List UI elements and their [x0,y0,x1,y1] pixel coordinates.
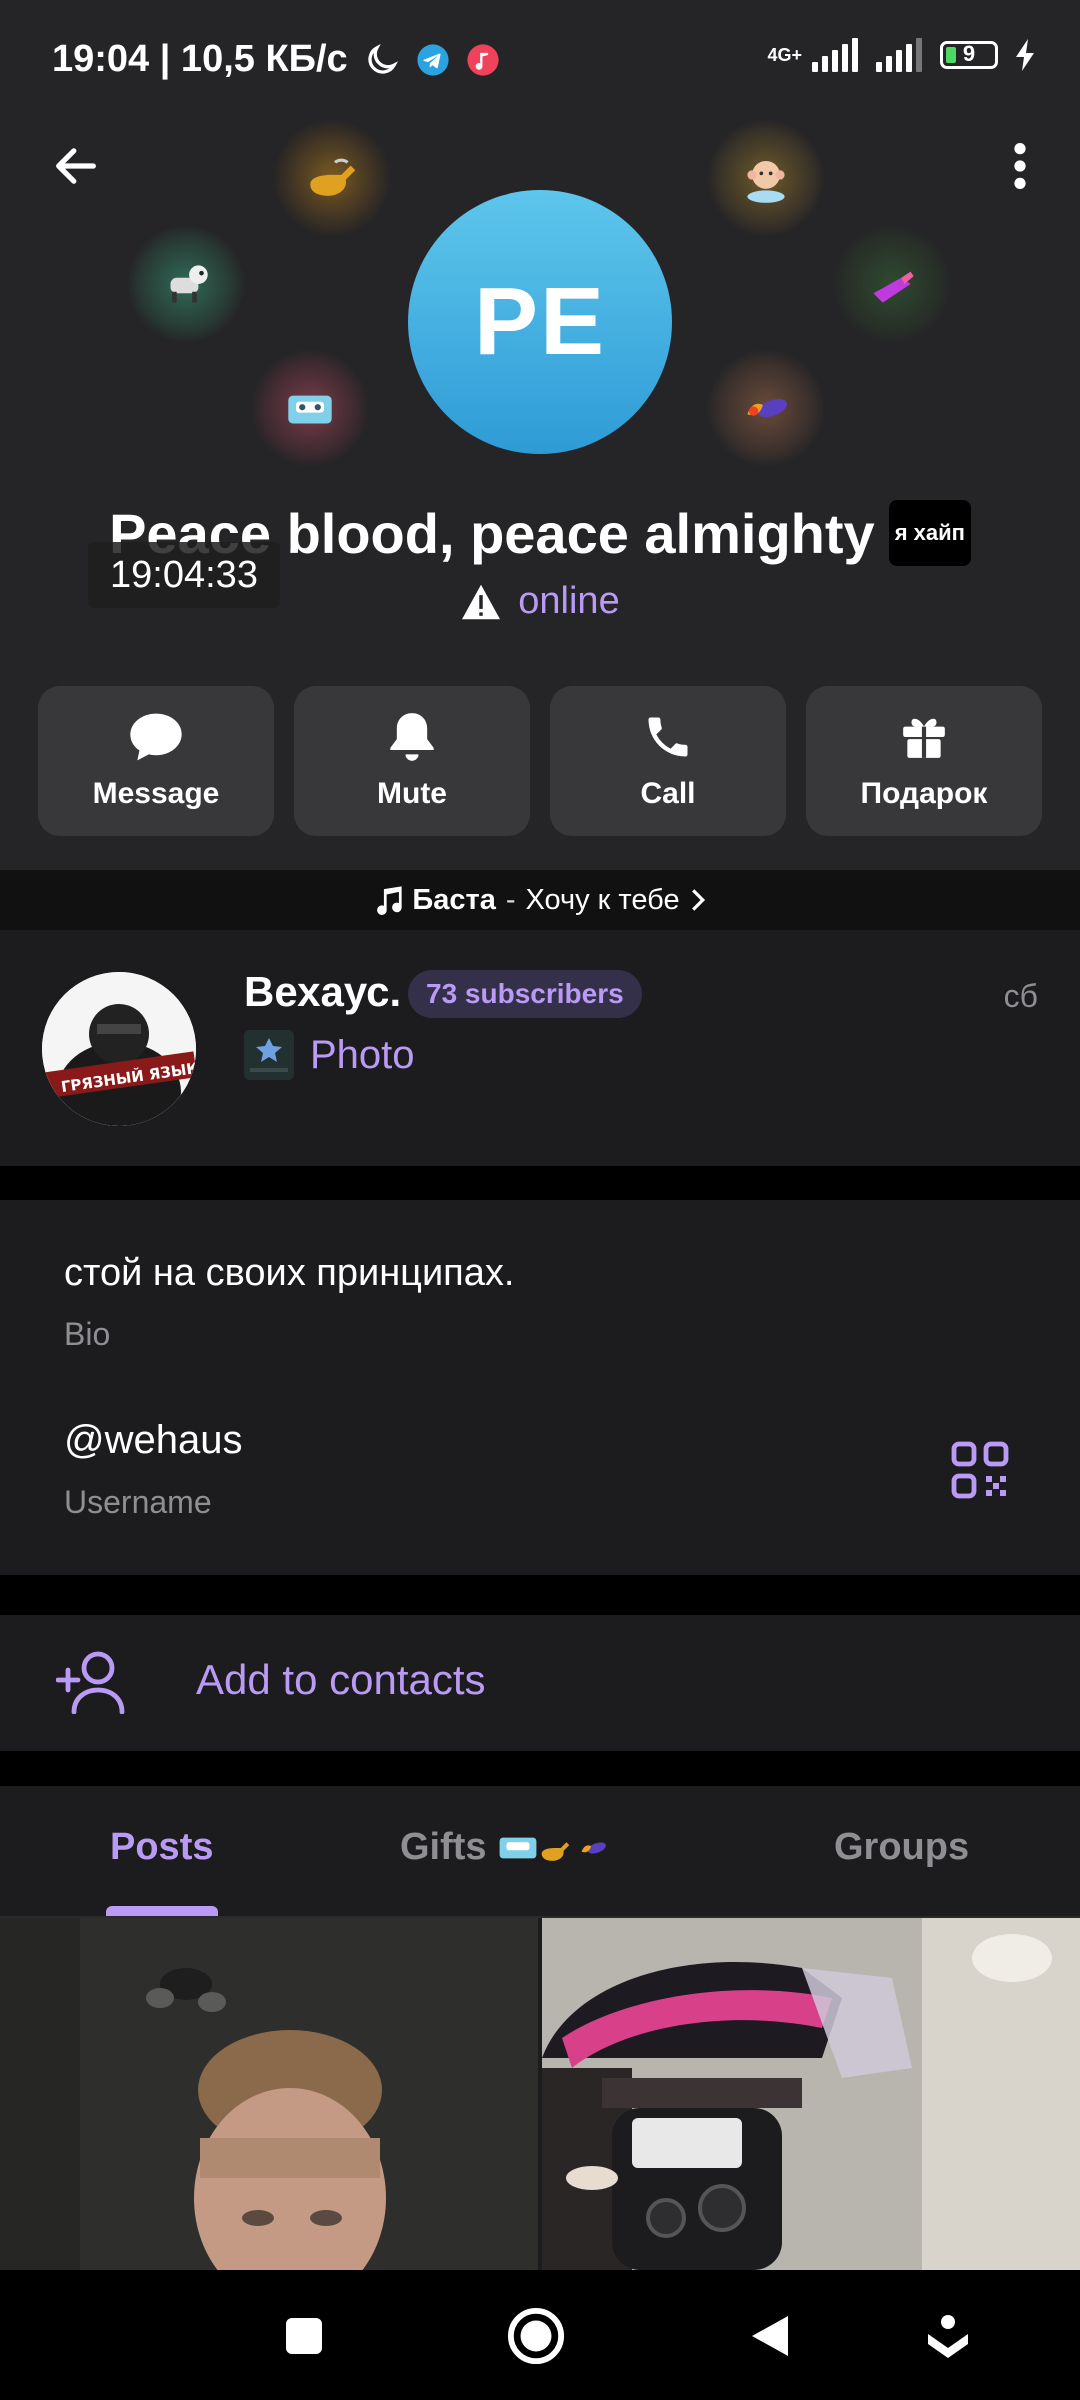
channel-last-post: Photo [244,1030,415,1080]
mute-button[interactable]: Mute [294,686,530,836]
username-label: Username [64,1484,212,1520]
back-button[interactable] [40,130,112,202]
music-app-icon [467,43,499,76]
channel-date: сб [1003,978,1038,1014]
telegram-icon [417,43,449,76]
qr-code-icon [951,1441,1009,1499]
section-divider [0,1751,1080,1786]
signal-icon [812,38,858,72]
status-bar: 19:04 | 10,5 КБ/с 4G+ 9 [0,0,1080,120]
monkey-gift-icon[interactable] [708,120,824,236]
emoji-status-badge[interactable]: я хайп [888,500,971,566]
home-circle-icon [507,2307,565,2365]
add-to-contacts-label[interactable]: Add to contacts [196,1656,486,1704]
profile-avatar[interactable]: PE [408,190,672,454]
post-thumbnail-2[interactable] [542,1918,1080,2270]
add-user-icon [56,1651,125,1714]
add-to-contacts-row[interactable] [0,1615,1080,1751]
tab-posts[interactable]: Posts [110,1826,213,1869]
pipe-gift-icon [541,1841,569,1861]
battery-icon: 9 [940,41,998,69]
network-type: 4G+ [767,45,802,65]
moon-icon [368,43,398,74]
status-bar-left: 19:04 | 10,5 КБ/с [52,38,500,81]
tab-groups[interactable]: Groups [834,1826,969,1869]
more-options-button[interactable] [984,130,1056,202]
music-track: Хочу к тебе [525,883,680,916]
signal-icon-2 [876,38,922,72]
call-button[interactable]: Call [550,686,786,836]
section-divider [0,1166,1080,1200]
charging-icon [1016,39,1034,71]
username-text[interactable]: @wehaus [64,1418,242,1463]
triangle-back-icon [752,2316,788,2356]
profile-music[interactable]: Баста - Хочу к тебе [0,870,1080,930]
back-nav-button[interactable] [734,2300,806,2372]
assistant-icon [928,2315,968,2358]
gift-button[interactable]: Подарок [806,686,1042,836]
status-time: 19:04 | 10,5 КБ/с [52,38,348,80]
last-post-type: Photo [310,1032,415,1077]
active-tab-indicator [106,1906,218,1916]
lipstick-gift-icon[interactable] [834,226,950,342]
channel-avatar[interactable]: ГРЯЗНЫЙ ЯЗЫК [42,972,196,1126]
personal-channel[interactable]: ГРЯЗНЫЙ ЯЗЫК [0,930,1080,1166]
music-note-icon [377,886,403,915]
phone-icon [648,717,688,757]
square-icon [286,2318,322,2354]
section-divider [0,1575,1080,1615]
pipe-gift-icon[interactable] [274,120,390,236]
avatar-initials: PE [473,268,607,375]
online-status: online [518,580,620,622]
post-thumbnail [244,1030,294,1080]
channel-name: Вехаус. [244,968,402,1015]
qr-code-button[interactable] [950,1440,1010,1500]
message-button[interactable]: Message [38,686,274,836]
music-artist: Баста [412,883,496,916]
warning-icon [462,584,501,619]
rocket-gift-icon [581,1841,606,1854]
bio-label: Bio [64,1316,111,1352]
tab-gifts[interactable]: Gifts [400,1826,615,1869]
rocket-gift-icon[interactable] [708,350,824,466]
post-thumbnail-1[interactable] [0,1918,538,2270]
online-status-row: online [0,580,1080,631]
bio-text: стой на своих принципах. [64,1252,515,1294]
recents-button[interactable] [268,2300,340,2372]
cassette-gift-icon[interactable] [252,350,368,466]
chevron-right-icon [691,889,705,911]
robot-dog-gift-icon[interactable] [128,226,244,342]
bell-icon [390,713,434,761]
more-vertical-icon [1014,143,1026,189]
arrow-left-icon [56,148,96,184]
status-bar-right: 4G+ 9 [767,38,1036,72]
message-icon [130,713,182,761]
gift-icon [903,718,945,758]
home-button[interactable] [500,2300,572,2372]
subscribers-badge: 73 subscribers [408,970,642,1018]
assistant-button[interactable] [912,2300,984,2372]
